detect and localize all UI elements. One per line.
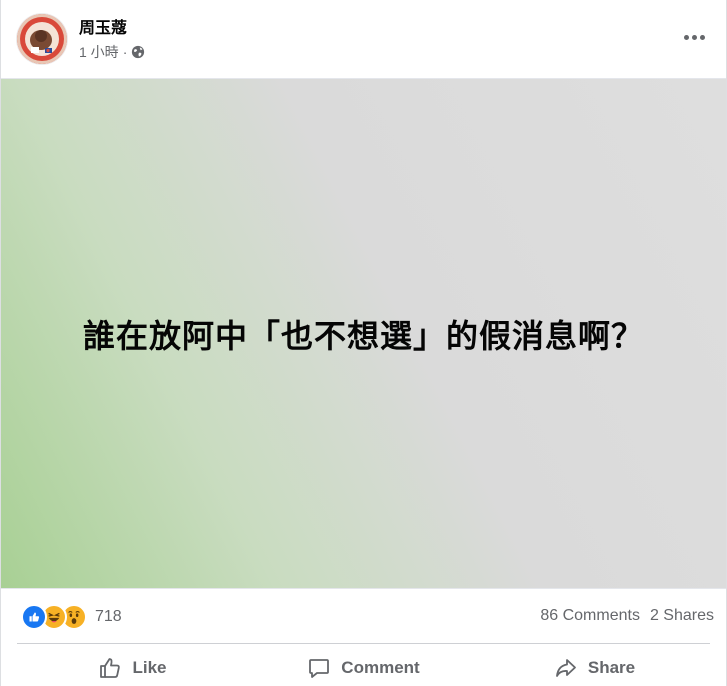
actions-divider — [17, 643, 710, 644]
post-text: 誰在放阿中「也不想選」的假消息啊？ — [82, 316, 644, 355]
like-label: Like — [132, 658, 167, 677]
share-arrow-icon — [554, 656, 578, 680]
share-label: Share — [587, 658, 636, 677]
author-name[interactable]: 周玉蔻 — [79, 14, 127, 38]
comment-label: Comment — [341, 658, 420, 677]
globe-icon[interactable] — [131, 45, 145, 59]
reaction-count[interactable]: 718 — [95, 608, 122, 626]
post-header: 周玉蔻 1 小時 · — [1, 0, 726, 78]
facebook-post: 周玉蔻 1 小時 · 誰在放阿中「也不想選」的假消息啊？ 718 86 Comm… — [0, 0, 727, 686]
share-button[interactable]: Share — [479, 650, 710, 686]
post-actions: Like Comment Share — [17, 650, 710, 686]
post-content[interactable]: 誰在放阿中「也不想選」的假消息啊？ — [1, 78, 726, 589]
like-button[interactable]: Like — [17, 650, 248, 686]
comments-count[interactable]: 86 Comments — [540, 607, 640, 625]
comment-button[interactable]: Comment — [248, 650, 479, 686]
post-stats: 718 86 Comments 2 Shares — [1, 589, 726, 643]
post-meta: 1 小時 · — [79, 42, 145, 62]
reactions-summary[interactable]: 718 — [21, 604, 122, 630]
author-avatar[interactable] — [17, 14, 67, 64]
like-reaction-icon — [21, 604, 47, 630]
comment-bubble-icon — [307, 656, 331, 680]
meta-separator: · — [122, 44, 128, 60]
avatar-image-icon — [17, 14, 67, 64]
post-timestamp[interactable]: 1 小時 — [79, 42, 119, 62]
shares-count[interactable]: 2 Shares — [650, 607, 714, 625]
thumbs-up-icon — [98, 656, 122, 680]
engagement-counts: 86 Comments 2 Shares — [540, 607, 714, 625]
more-options-icon[interactable] — [676, 22, 712, 52]
